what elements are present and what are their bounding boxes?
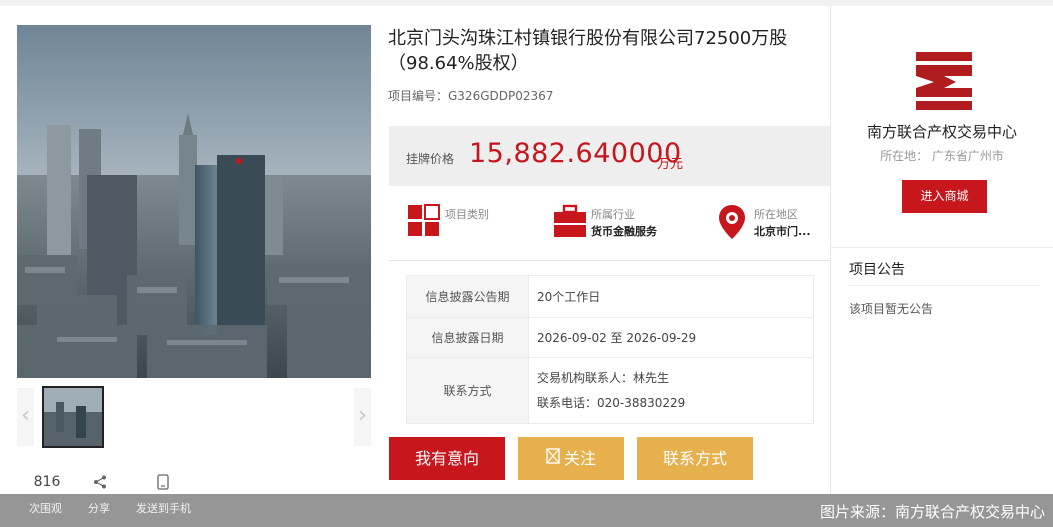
bookmark-icon bbox=[546, 437, 560, 480]
table-row: 联系方式 交易机构联系人：林先生 联系电话：020-38830229 bbox=[406, 357, 814, 424]
project-code: 项目编号：G326GDDP02367 bbox=[388, 89, 554, 103]
attr-category-label: 项目类别 bbox=[445, 208, 489, 221]
notice-empty-text: 该项目暂无公告 bbox=[849, 302, 934, 316]
share-button[interactable] bbox=[85, 470, 115, 494]
disclosure-table: 信息披露公告期 20个工作日 信息披露日期 2026-09-02 至 2026-… bbox=[406, 275, 814, 424]
main-listing-image[interactable] bbox=[17, 25, 371, 378]
briefcase-icon bbox=[553, 204, 587, 242]
divider bbox=[831, 247, 1053, 248]
views-count: 816 bbox=[33, 474, 61, 490]
row-key: 信息披露公告期 bbox=[406, 275, 529, 318]
send-to-mobile-button[interactable] bbox=[143, 470, 183, 494]
views-stat: 816 bbox=[27, 470, 67, 494]
row-value: 20个工作日 bbox=[528, 275, 814, 318]
image-source-text: 图片来源：南方联合产权交易中心 bbox=[819, 503, 1045, 521]
enter-mall-button[interactable]: 进入商城 bbox=[902, 180, 987, 213]
attr-industry-label: 所属行业 bbox=[591, 208, 635, 221]
intent-button[interactable]: 我有意向 bbox=[389, 437, 505, 480]
organization-location: 所在地： 广东省广州市 bbox=[880, 149, 1004, 163]
notice-title: 项目公告 bbox=[849, 262, 905, 278]
views-label: 次围观 bbox=[29, 502, 62, 515]
chevron-right-icon[interactable]: › bbox=[354, 388, 371, 446]
listing-title: 北京门头沟珠江村镇银行股份有限公司72500万股（98.64%股权） bbox=[388, 28, 788, 74]
divider bbox=[849, 285, 1039, 286]
follow-button[interactable]: 关注 bbox=[518, 437, 624, 480]
thumbnail-image[interactable] bbox=[42, 386, 104, 448]
price-value: 15,882.640000 bbox=[469, 138, 682, 169]
price-unit: 万元 bbox=[657, 157, 684, 172]
attr-location-label: 所在地区 bbox=[754, 208, 798, 221]
column-divider bbox=[830, 6, 831, 494]
row-key: 联系方式 bbox=[406, 357, 529, 424]
contact-person: 交易机构联系人：林先生 bbox=[537, 370, 670, 385]
attribute-row: 项目类别 所属行业 货币金融服务 所在地区 北京市门... bbox=[389, 198, 830, 248]
attr-industry: 所属行业 货币金融服务 bbox=[553, 198, 673, 242]
divider bbox=[389, 260, 830, 261]
contact-info: 交易机构联系人：林先生 联系电话：020-38830229 bbox=[528, 357, 814, 424]
attr-location: 所在地区 北京市门... bbox=[718, 198, 828, 242]
organization-logo bbox=[914, 52, 974, 114]
category-grid-icon bbox=[407, 204, 441, 242]
attr-location-value: 北京市门... bbox=[754, 225, 811, 238]
mobile-phone-icon bbox=[143, 470, 183, 494]
table-row: 信息披露日期 2026-09-02 至 2026-09-29 bbox=[406, 317, 814, 358]
location-pin-icon bbox=[718, 204, 746, 244]
chevron-left-icon[interactable]: ‹ bbox=[17, 388, 34, 446]
table-row: 信息披露公告期 20个工作日 bbox=[406, 275, 814, 318]
contact-button[interactable]: 联系方式 bbox=[637, 437, 753, 480]
top-divider bbox=[0, 0, 1053, 6]
contact-phone: 联系电话：020-38830229 bbox=[537, 395, 686, 410]
organization-name: 南方联合产权交易中心 bbox=[866, 123, 1017, 141]
row-value: 2026-09-02 至 2026-09-29 bbox=[528, 317, 814, 358]
mobile-label: 发送到手机 bbox=[136, 502, 191, 515]
price-panel: 挂牌价格 15,882.640000 万元 bbox=[389, 126, 830, 186]
share-icon bbox=[85, 470, 115, 494]
row-key: 信息披露日期 bbox=[406, 317, 529, 358]
attr-industry-value: 货币金融服务 bbox=[591, 225, 657, 238]
follow-label: 关注 bbox=[563, 449, 596, 468]
price-label: 挂牌价格 bbox=[406, 152, 455, 166]
share-label: 分享 bbox=[88, 502, 110, 515]
thumbnail-strip: ‹ › bbox=[17, 386, 371, 448]
attr-category: 项目类别 bbox=[407, 198, 527, 242]
